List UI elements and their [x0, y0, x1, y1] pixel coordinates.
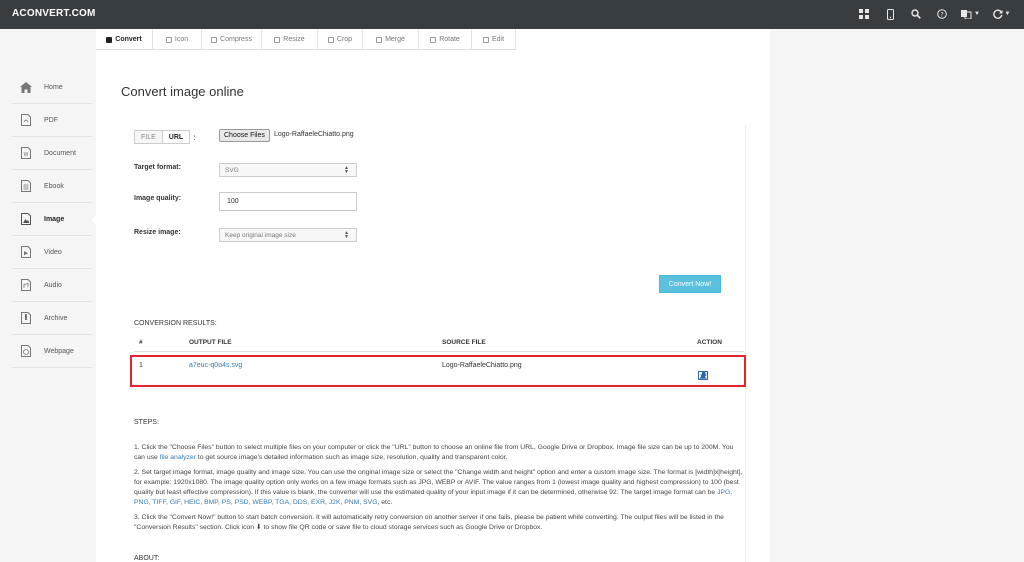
sidebar-item-image[interactable]: Image	[12, 203, 97, 236]
sidebar-item-label: Image	[44, 215, 65, 223]
chevron-down-icon: ▼	[974, 11, 980, 17]
webpage-icon	[19, 344, 33, 358]
tab-merge[interactable]: Merge	[363, 29, 419, 50]
url-toggle-button[interactable]: URL	[162, 130, 191, 144]
target-format-select[interactable]: SVG ▲ ▼	[219, 163, 357, 177]
mobile-icon[interactable]	[878, 4, 902, 24]
chevron-down-icon: ▼	[1004, 11, 1011, 17]
image-quality-input[interactable]: 100	[219, 192, 357, 211]
select-arrows-icon: ▲ ▼	[344, 165, 349, 175]
sidebar-item-label: Webpage	[44, 347, 74, 355]
sidebar-item-video[interactable]: Video	[12, 236, 92, 269]
video-icon	[19, 245, 33, 259]
sidebar-item-label: Document	[44, 149, 76, 157]
sidebar-item-pdf[interactable]: PDF	[12, 104, 92, 137]
checkbox-icon	[482, 36, 489, 43]
colon-label: :	[193, 132, 196, 142]
file-toggle-button[interactable]: FILE	[134, 130, 163, 144]
source-toggle: FILE URL :	[134, 130, 195, 144]
tab-rotate[interactable]: Rotate	[419, 29, 472, 50]
step-3: 3. Click the "Convert Now!" button to st…	[134, 514, 724, 531]
checkbox-icon	[211, 36, 218, 43]
column-header: SOURCE FILE	[442, 339, 486, 346]
sidebar-item-home[interactable]: Home	[12, 71, 92, 104]
conversion-results-title: CONVERSION RESULTS:	[134, 320, 217, 327]
grid-icon[interactable]	[852, 4, 876, 24]
results-table: # OUTPUT FILE SOURCE FILE ACTION 1 a7euc…	[130, 334, 746, 387]
tab-edit[interactable]: Edit	[472, 29, 516, 50]
search-icon[interactable]	[904, 4, 928, 24]
sidebar-item-webpage[interactable]: Webpage	[12, 335, 92, 368]
sidebar-item-label: Audio	[44, 281, 62, 289]
image-quality-label: Image quality:	[134, 195, 182, 202]
sidebar-item-label: Home	[44, 83, 63, 91]
brand-logo[interactable]: ACONVERT.COM	[12, 8, 96, 19]
sidebar-item-audio[interactable]: Audio	[12, 269, 92, 302]
sidebar-item-label: Video	[44, 248, 62, 256]
checkbox-icon	[274, 36, 281, 43]
select-arrows-icon: ▲ ▼	[344, 230, 349, 240]
tool-tabs: Convert Icon Compress Resize Crop Merge …	[96, 29, 516, 50]
checkbox-icon	[327, 36, 334, 43]
refresh-icon[interactable]: ▼	[987, 4, 1016, 24]
column-header: #	[139, 339, 143, 346]
main-content: Convert Icon Compress Resize Crop Merge …	[96, 29, 770, 562]
resize-image-select[interactable]: Keep original image size ▲ ▼	[219, 228, 357, 242]
file-analyzer-link[interactable]: file analyzer	[160, 454, 196, 461]
column-header: OUTPUT FILE	[189, 339, 232, 346]
audio-icon	[19, 278, 33, 292]
tab-compress[interactable]: Compress	[202, 29, 262, 50]
checkbox-icon	[165, 36, 172, 43]
document-icon: W	[19, 146, 33, 160]
svg-text:?: ?	[940, 11, 943, 18]
resize-image-label: Resize image:	[134, 229, 181, 236]
column-header: ACTION	[697, 339, 722, 346]
step-2: 2. Set target image format, image qualit…	[134, 469, 743, 506]
svg-text:W: W	[24, 152, 29, 158]
top-navbar: ACONVERT.COM ? ▼ ▼	[0, 0, 1024, 29]
sidebar-item-ebook[interactable]: Ebook	[12, 170, 92, 203]
convert-now-button[interactable]: Convert Now!	[659, 275, 721, 293]
navbar-icons: ? ▼ ▼	[852, 4, 1016, 24]
tab-icon[interactable]: Icon	[153, 29, 202, 50]
steps-title: STEPS:	[134, 419, 159, 426]
sidebar-item-document[interactable]: W Document	[12, 137, 92, 170]
ebook-icon	[19, 179, 33, 193]
tab-resize[interactable]: Resize	[262, 29, 318, 50]
checkbox-icon	[430, 36, 437, 43]
sidebar: Home PDF W Document Ebook Image Video Au…	[0, 29, 97, 562]
about-title: ABOUT:	[134, 555, 160, 562]
checkbox-icon	[376, 36, 383, 43]
help-icon[interactable]: ?	[930, 4, 954, 24]
image-icon	[19, 212, 33, 226]
home-icon	[19, 80, 33, 94]
page-title: Convert image online	[121, 84, 244, 99]
table-header: # OUTPUT FILE SOURCE FILE ACTION	[134, 334, 744, 352]
choose-files-button[interactable]: Choose Files	[219, 129, 270, 142]
sidebar-item-label: Ebook	[44, 182, 64, 190]
target-format-label: Target format:	[134, 164, 181, 171]
tab-crop[interactable]: Crop	[318, 29, 363, 50]
sidebar-item-archive[interactable]: Archive	[12, 302, 92, 335]
converter-form: FILE URL : Choose Files Logo-RaffaeleChi…	[121, 125, 746, 562]
pdf-icon	[19, 113, 33, 127]
archive-icon	[19, 311, 33, 325]
language-icon[interactable]: ▼	[956, 4, 985, 24]
sidebar-item-label: PDF	[44, 116, 58, 124]
sidebar-item-label: Archive	[44, 314, 68, 322]
tab-convert[interactable]: Convert	[96, 29, 153, 50]
result-row-highlight	[130, 355, 746, 387]
steps-section: STEPS: 1. Click the "Choose Files" butto…	[134, 418, 746, 538]
selected-file-name: Logo-RaffaeleChiatto.png	[274, 131, 354, 138]
checkbox-icon	[106, 36, 113, 43]
step-1: 1. Click the "Choose Files" button to se…	[134, 444, 734, 461]
